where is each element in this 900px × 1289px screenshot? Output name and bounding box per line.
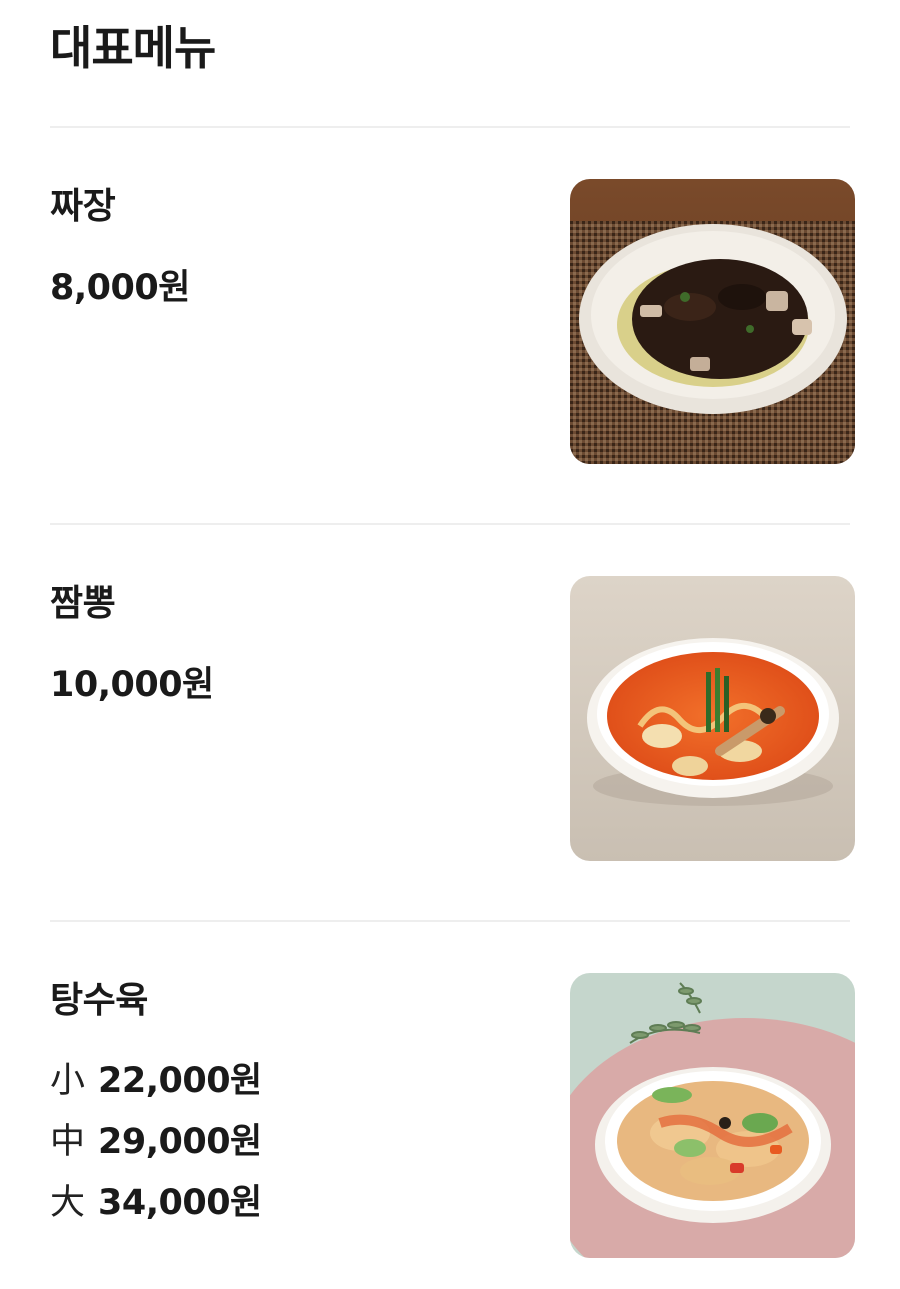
size-price: 29,000원 — [98, 1122, 262, 1162]
menu-item-name: 짬뽕 — [50, 583, 116, 624]
jajangmyeon-photo[interactable] — [570, 179, 855, 464]
menu-item-tangsuyuk[interactable]: 탕수육 小 22,000원 中 29,000원 大 34,000원 — [0, 921, 900, 1289]
size-price-row: 大 34,000원 — [50, 1169, 262, 1230]
size-label: 中 — [50, 1122, 86, 1162]
size-price-list: 小 22,000원 中 29,000원 大 34,000원 — [50, 1047, 262, 1230]
menu-item-name: 짜장 — [50, 186, 116, 227]
jjamppong-photo[interactable] — [570, 576, 855, 861]
menu-item-jajang[interactable]: 짜장 8,000원 — [0, 127, 900, 524]
tangsuyuk-image — [570, 973, 855, 1258]
size-label: 小 — [50, 1061, 86, 1101]
section-title: 대표메뉴 — [50, 21, 216, 75]
tangsuyuk-photo[interactable] — [570, 973, 855, 1258]
size-price: 22,000원 — [98, 1061, 262, 1101]
size-price: 34,000원 — [98, 1183, 262, 1223]
menu-item-price: 8,000원 — [50, 268, 190, 308]
menu-item-price: 10,000원 — [50, 665, 214, 705]
jjamppong-image — [570, 576, 855, 861]
jajangmyeon-image — [570, 179, 855, 464]
size-label: 大 — [50, 1183, 86, 1223]
menu-item-name: 탕수육 — [50, 980, 148, 1021]
menu-item-jjamppong[interactable]: 짬뽕 10,000원 — [0, 524, 900, 921]
size-price-row: 小 22,000원 — [50, 1047, 262, 1108]
size-price-row: 中 29,000원 — [50, 1108, 262, 1169]
